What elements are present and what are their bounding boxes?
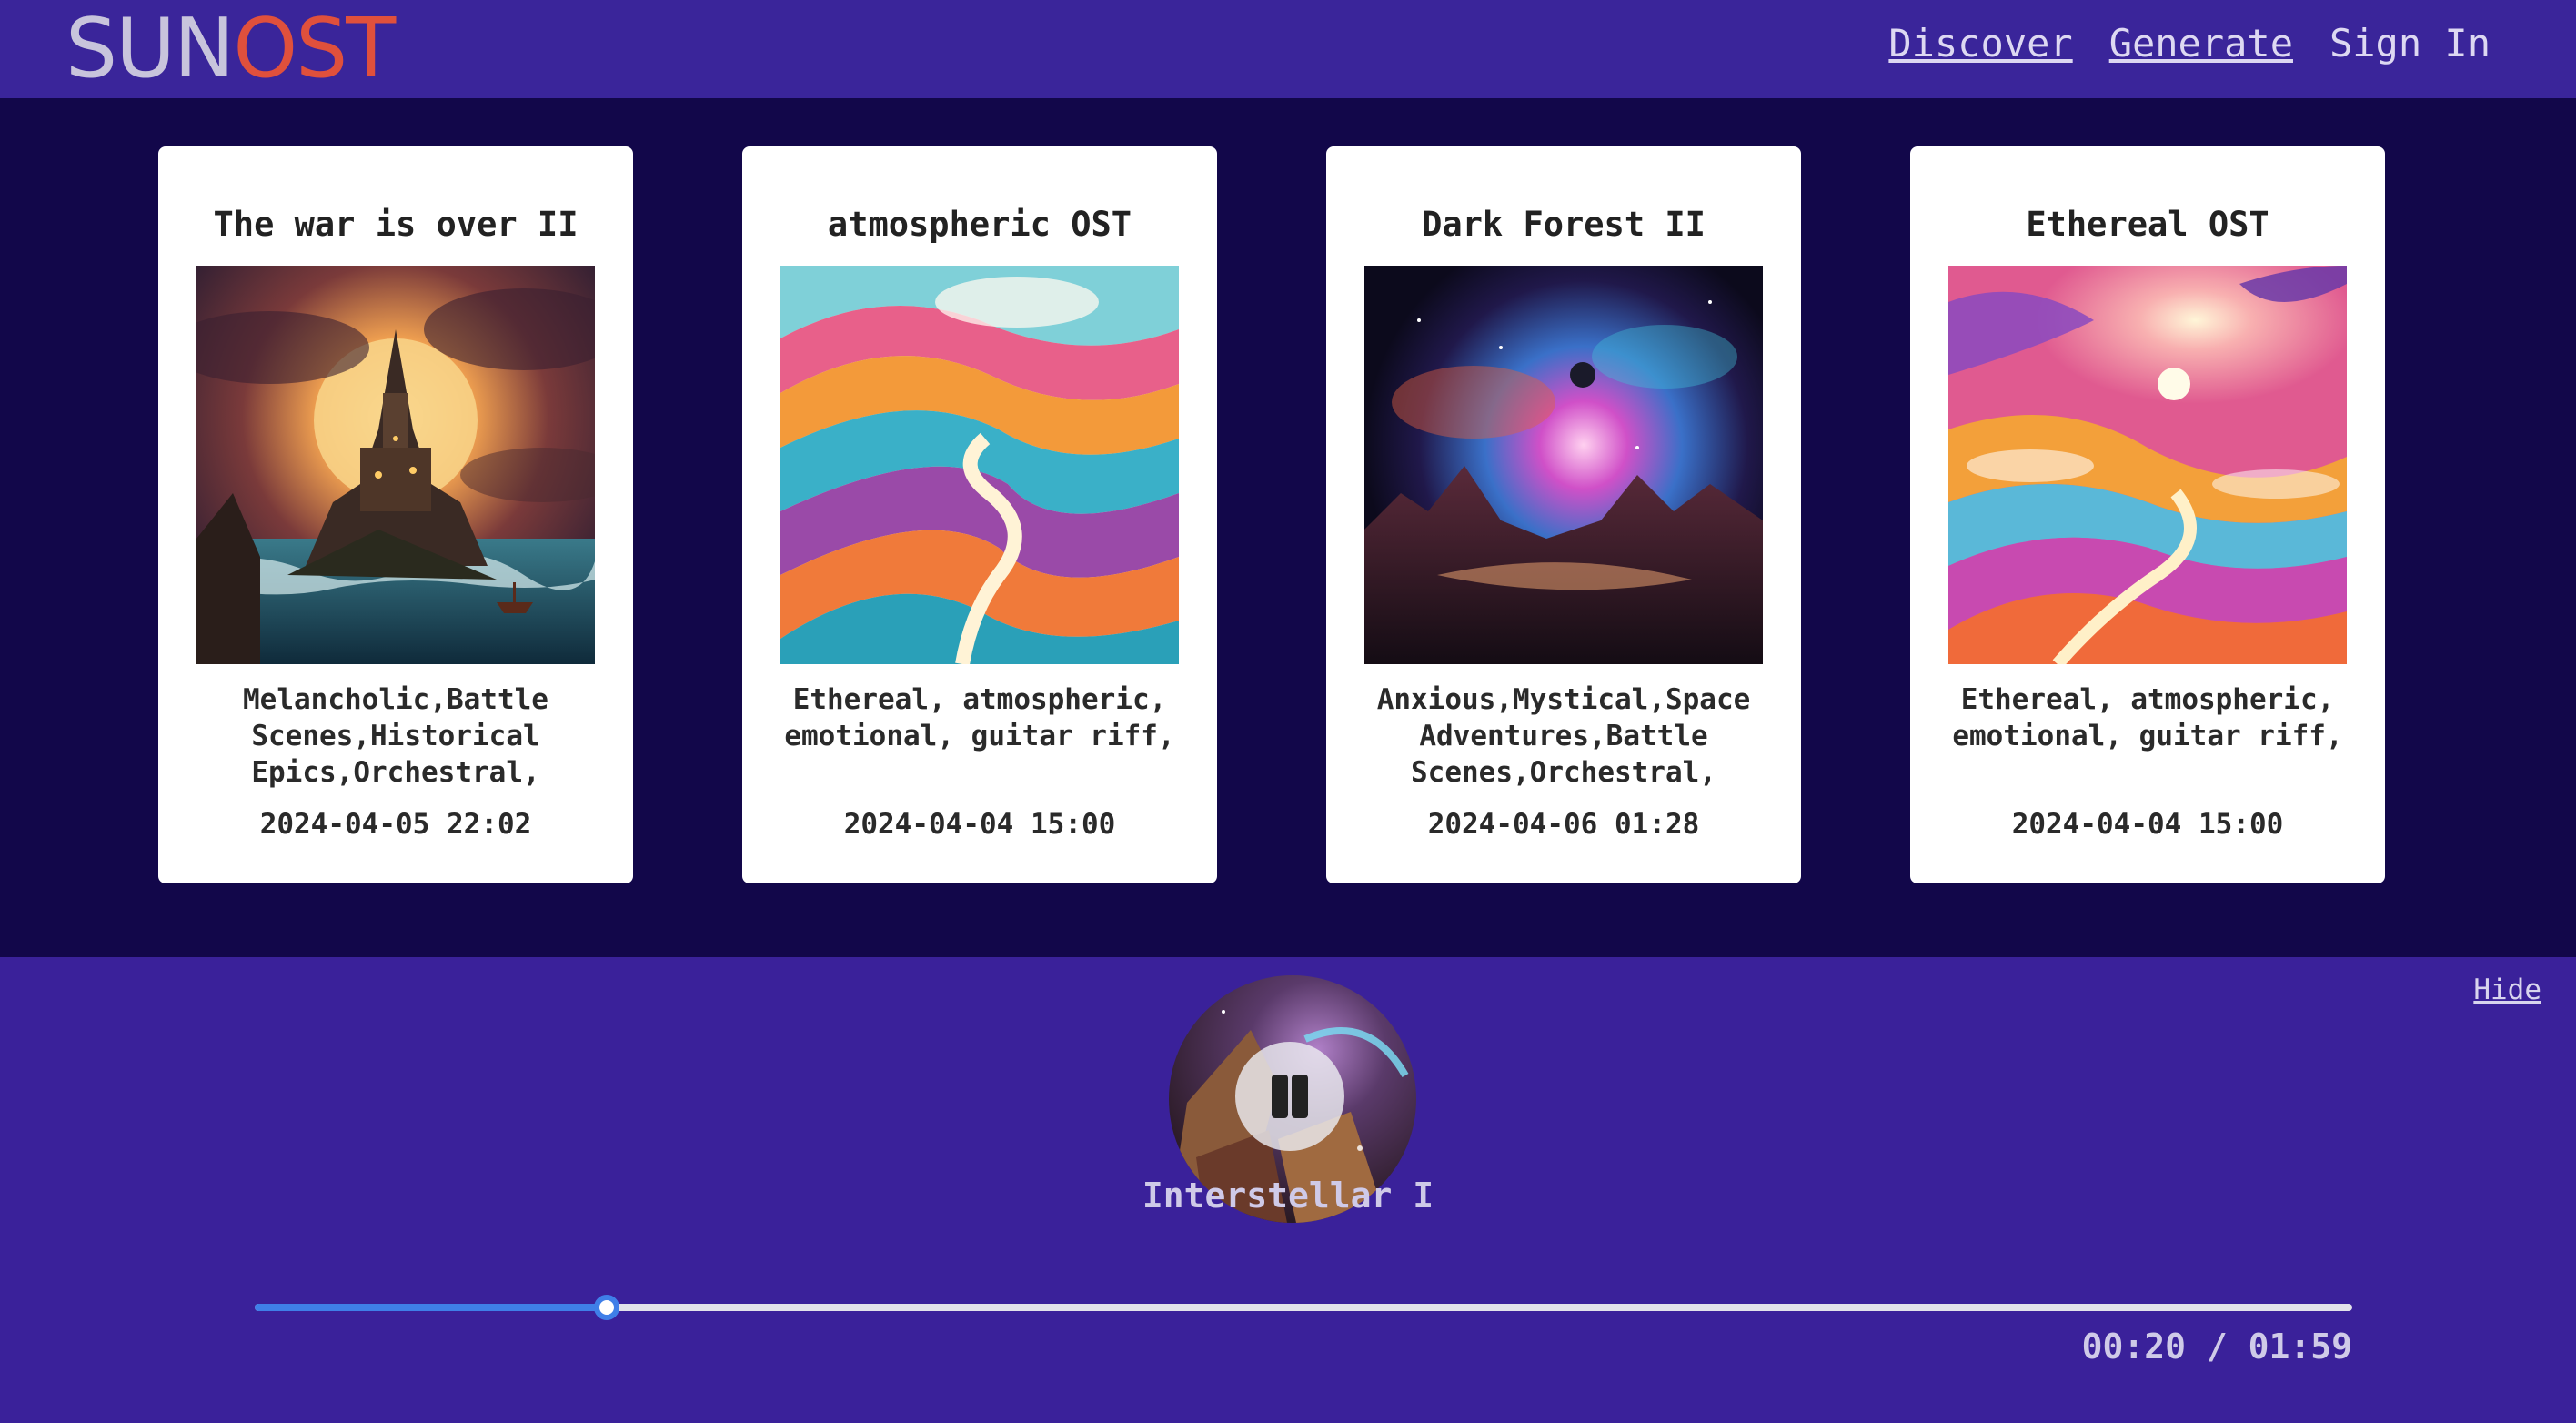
seek-bar-progress <box>255 1304 608 1311</box>
track-card-date: 2024-04-06 01:28 <box>1427 808 1700 841</box>
track-card-tags: Melancholic,Battle Scenes,Historical Epi… <box>243 683 548 789</box>
pause-icon-bar-right <box>1292 1075 1308 1118</box>
nebula-art <box>1364 266 1763 664</box>
track-card-title: Ethereal OST <box>2026 205 2269 244</box>
swirl-art-image <box>780 266 1179 664</box>
nebula-art-image <box>1364 266 1763 664</box>
track-card-title: atmospheric OST <box>827 205 1132 244</box>
track-card[interactable]: The war is over II Melancholic,Battle Sc… <box>158 146 633 883</box>
track-card-date: 2024-04-05 22:02 <box>259 808 532 841</box>
nav-generate-link[interactable]: Generate <box>2109 20 2293 67</box>
now-playing-title: Interstellar I <box>1142 1176 1434 1216</box>
track-card-date: 2024-04-04 15:00 <box>843 808 1116 841</box>
track-card-grid: The war is over II Melancholic,Battle Sc… <box>0 98 2576 957</box>
swirl-art <box>780 266 1179 664</box>
top-nav-bar: SUNOST Discover Generate Sign In <box>0 0 2576 98</box>
castle-art <box>196 266 595 664</box>
seek-bar[interactable] <box>255 1295 2352 1320</box>
track-card[interactable]: atmospheric OST Ethereal, atmospheric, e… <box>742 146 1217 883</box>
sunset-swirl-art <box>1948 266 2347 664</box>
logo-part-sun: SUN <box>65 1 235 96</box>
logo-part-ost: OST <box>233 1 396 96</box>
sunset-swirl-art-image <box>1948 266 2347 664</box>
sign-in-button[interactable]: Sign In <box>2329 20 2490 67</box>
logo[interactable]: SUNOST <box>65 1 396 96</box>
track-card-title: Dark Forest II <box>1422 205 1706 244</box>
track-card-title: The war is over II <box>213 205 579 244</box>
track-card[interactable]: Ethereal OST Ethereal, atmospheric, emot… <box>1910 146 2385 883</box>
castle-art-image <box>196 266 595 664</box>
nav-links: Discover Generate Sign In <box>1888 20 2490 67</box>
track-card-date: 2024-04-04 15:00 <box>2011 808 2284 841</box>
track-card[interactable]: Dark Forest II Anxious,Mystical,Space Ad… <box>1326 146 1801 883</box>
pause-button[interactable] <box>1235 1042 1344 1151</box>
track-card-tags: Anxious,Mystical,Space Adventures,Battle… <box>1376 683 1751 789</box>
hide-player-link[interactable]: Hide <box>2473 974 2541 1006</box>
track-card-tags: Ethereal, atmospheric, emotional, guitar… <box>784 683 1175 752</box>
track-card-tags: Ethereal, atmospheric, emotional, guitar… <box>1952 683 2343 752</box>
pause-icon-bar-left <box>1272 1075 1288 1118</box>
playback-time: 00:20 / 01:59 <box>2081 1327 2352 1367</box>
nav-discover-link[interactable]: Discover <box>1888 20 2072 67</box>
